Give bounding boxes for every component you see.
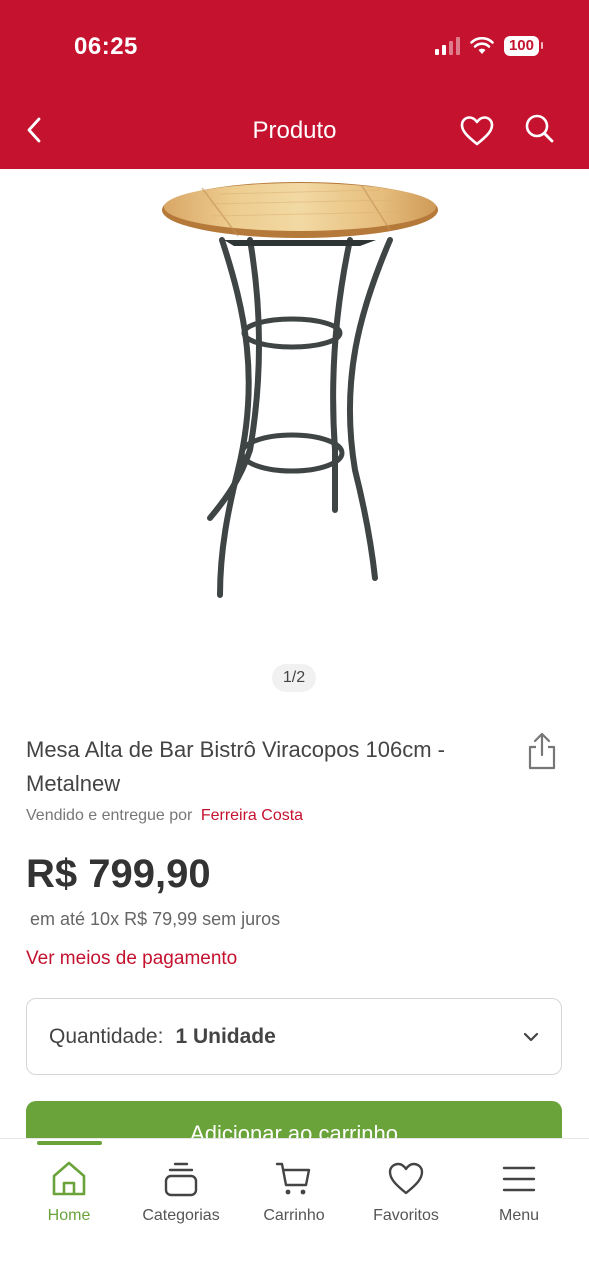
seller-info: Vendido e entregue por Ferreira Costa: [26, 807, 303, 825]
heart-icon: [388, 1162, 424, 1195]
image-pager: 1/2: [272, 664, 316, 692]
status-time: 06:25: [74, 33, 138, 60]
payment-methods-link[interactable]: Ver meios de pagamento: [26, 948, 237, 970]
share-icon: [528, 732, 556, 770]
product-price: R$ 799,90: [26, 852, 211, 896]
share-button[interactable]: [524, 730, 560, 772]
cellular-signal-icon: [434, 37, 460, 55]
tab-home[interactable]: Home: [13, 1159, 125, 1225]
bottom-tab-bar: Home Categorias Carrinho Favoritos Menu: [0, 1138, 589, 1280]
installments-value: 10x R$ 79,99 sem juros: [90, 909, 281, 929]
quantity-value: 1 Unidade: [175, 1024, 276, 1048]
search-icon: [525, 114, 554, 143]
quantity-select[interactable]: Quantidade: 1 Unidade: [26, 998, 562, 1075]
installments-prefix: em até: [30, 909, 86, 929]
seller-prefix: Vendido e entregue por: [26, 807, 193, 824]
active-tab-indicator: [37, 1141, 102, 1145]
tab-cart[interactable]: Carrinho: [238, 1159, 350, 1225]
wifi-icon: [470, 37, 494, 54]
quantity-label: Quantidade:: [49, 1024, 164, 1048]
chevron-down-icon: [523, 1032, 539, 1042]
tab-categories[interactable]: Categorias: [125, 1159, 237, 1225]
tab-menu-label: Menu: [498, 1207, 540, 1224]
product-image[interactable]: [150, 180, 450, 610]
cart-icon: [275, 1162, 311, 1195]
categories-icon: [164, 1162, 198, 1197]
heart-icon: [460, 116, 494, 146]
home-icon: [52, 1161, 86, 1196]
search-button[interactable]: [521, 110, 557, 146]
tab-favorites[interactable]: Favoritos: [350, 1159, 462, 1225]
tab-cart-label: Carrinho: [263, 1207, 325, 1224]
seller-name-link[interactable]: Ferreira Costa: [201, 807, 303, 824]
tab-home-label: Home: [47, 1207, 91, 1224]
battery-indicator: 100: [503, 36, 544, 56]
tab-categories-label: Categorias: [142, 1207, 220, 1224]
tab-menu[interactable]: Menu: [463, 1159, 575, 1225]
favorite-button[interactable]: [458, 113, 496, 149]
tab-favorites-label: Favoritos: [373, 1207, 439, 1224]
installments-info: em até 10x R$ 79,99 sem juros: [30, 909, 280, 930]
product-title: Mesa Alta de Bar Bistrô Viracopos 106cm …: [26, 737, 446, 796]
hamburger-menu-icon: [502, 1166, 536, 1192]
top-app-bar: 06:25 100 Produto: [0, 0, 589, 169]
status-icons: 100: [434, 36, 544, 56]
page-title: Produto: [252, 117, 337, 144]
